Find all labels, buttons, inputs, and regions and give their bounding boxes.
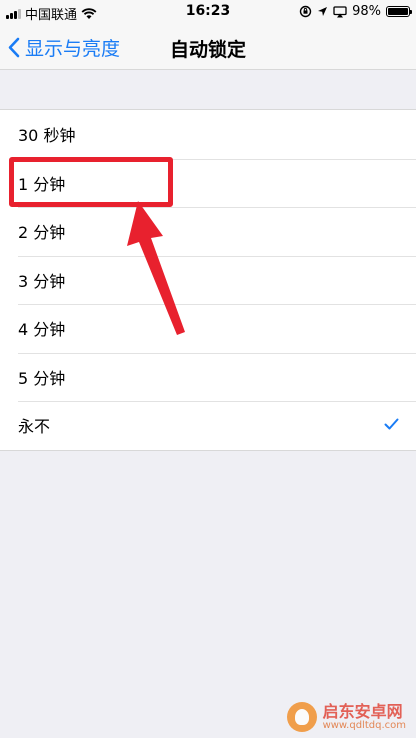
annotation-arrow-icon [127,201,185,335]
watermark: 启东安卓网 www.qdltdq.com [286,702,406,732]
watermark-name: 启东安卓网 [322,701,403,721]
watermark-logo-icon [286,702,317,732]
watermark-url: www.qdltdq.com [322,720,406,732]
watermark-text: 启东安卓网 www.qdltdq.com [323,703,406,732]
